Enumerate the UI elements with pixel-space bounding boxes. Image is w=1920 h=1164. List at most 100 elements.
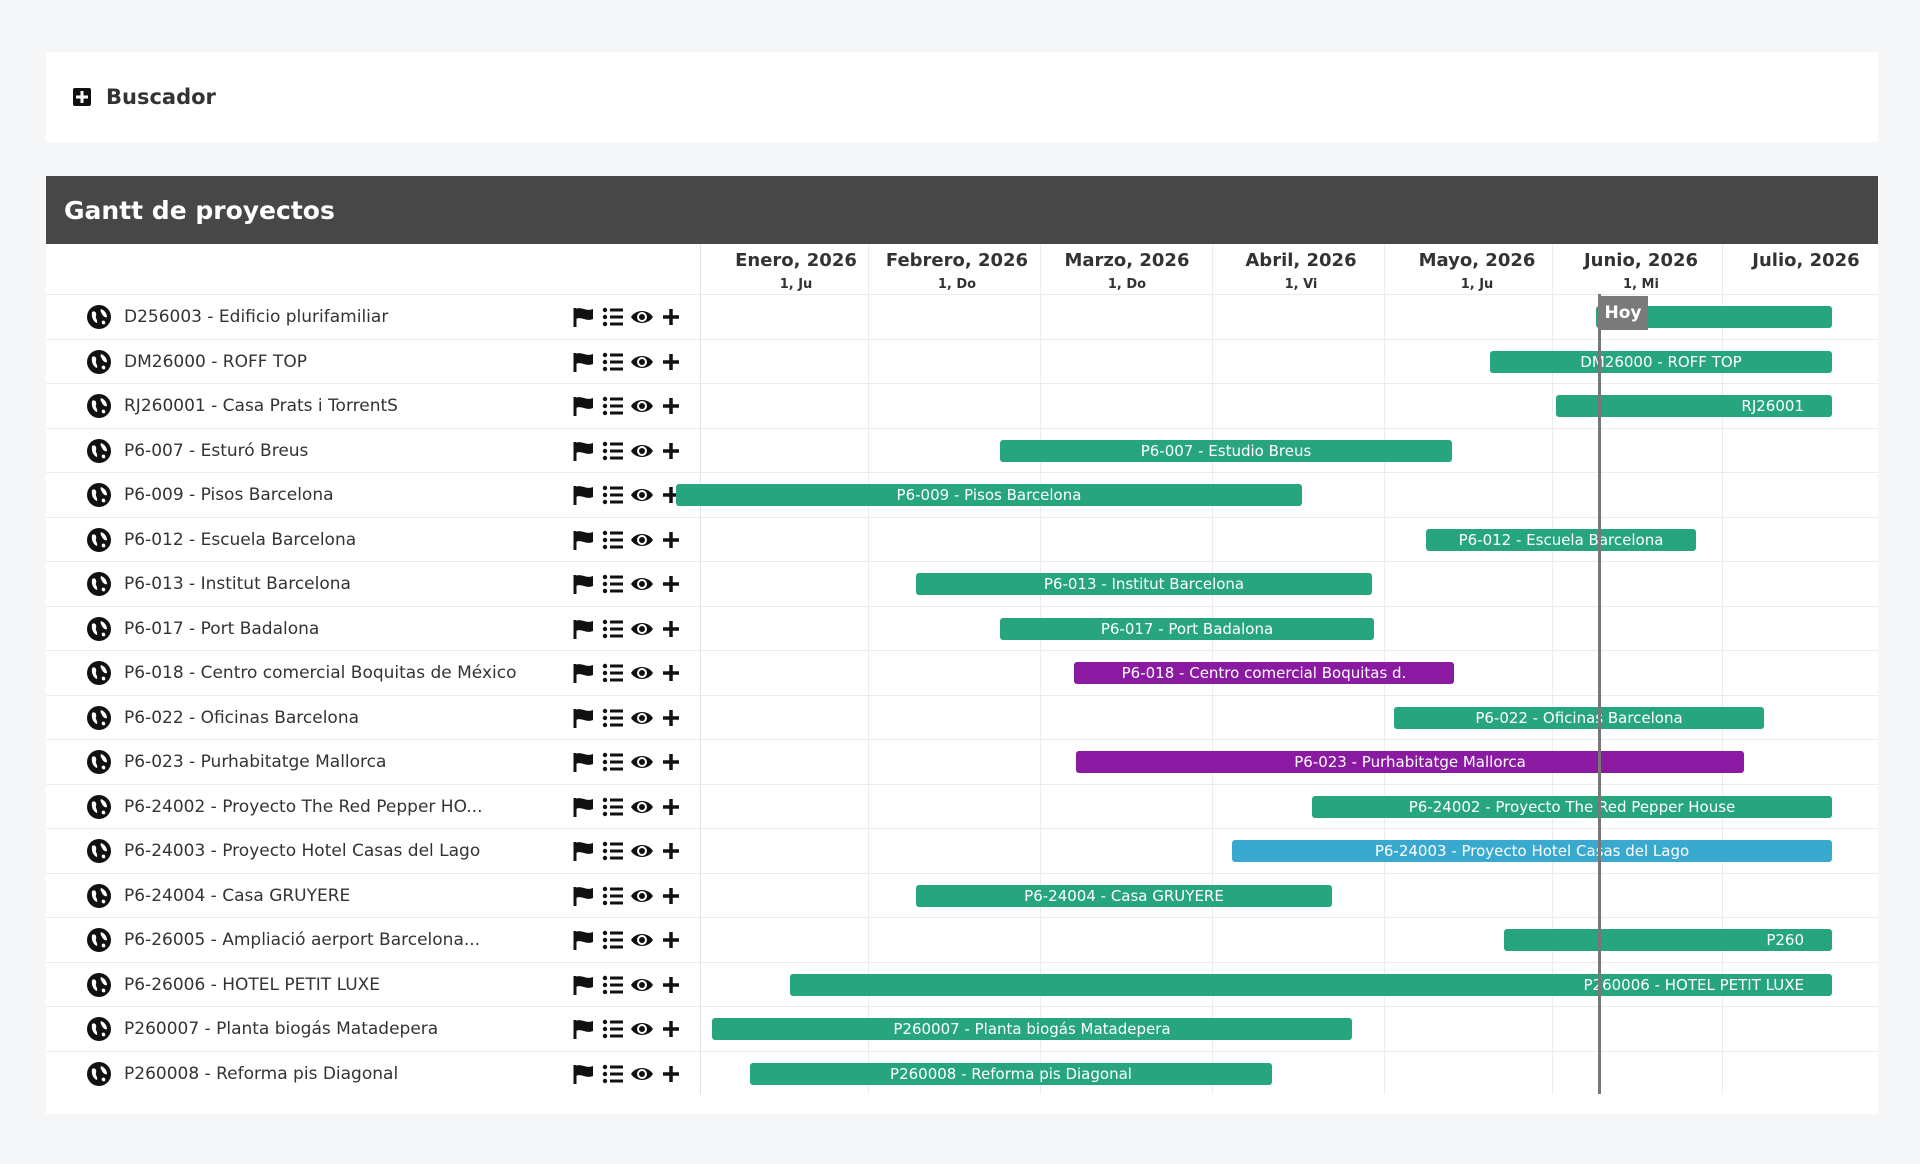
plus-icon[interactable] [659,885,683,907]
gantt-bar[interactable]: P6-009 - Pisos Barcelona [676,484,1302,506]
eye-icon[interactable] [630,751,654,773]
project-label[interactable]: DM26000 - ROFF TOP [86,340,307,384]
table-row[interactable]: P6-24004 - Casa GRUYERE P6-24004 - Casa G… [46,872,1878,918]
plus-icon[interactable] [659,840,683,862]
eye-icon[interactable] [630,796,654,818]
project-label[interactable]: P6-24003 - Proyecto Hotel Casas del Lago [86,829,480,873]
eye-icon[interactable] [630,662,654,684]
plus-icon[interactable] [659,1018,683,1040]
project-label[interactable]: P6-012 - Escuela Barcelona [86,518,356,562]
flag-icon[interactable] [572,929,596,951]
project-label[interactable]: P6-023 - Purhabitatge Mallorca [86,740,386,784]
project-label[interactable]: P6-009 - Pisos Barcelona [86,473,334,517]
eye-icon[interactable] [630,306,654,328]
plus-icon[interactable] [659,440,683,462]
eye-icon[interactable] [630,573,654,595]
plus-icon[interactable] [659,529,683,551]
flag-icon[interactable] [572,707,596,729]
flag-icon[interactable] [572,796,596,818]
plus-icon[interactable] [659,707,683,729]
gantt-bar[interactable]: P6-24004 - Casa GRUYERE [916,884,1332,907]
table-row[interactable]: P6-023 - Purhabitatge Mallorca P6-023 - P… [46,739,1878,784]
plus-icon[interactable] [659,929,683,951]
plus-icon[interactable] [659,974,683,996]
table-row[interactable]: P6-24003 - Proyecto Hotel Casas del Lago… [46,828,1878,873]
project-label[interactable]: P6-018 - Centro comercial Boquitas de Mé… [86,651,517,695]
list-icon[interactable] [601,974,625,996]
project-label[interactable]: P6-007 - Esturó Breus [86,429,308,473]
plus-icon[interactable] [659,395,683,417]
flag-icon[interactable] [572,1063,596,1085]
gantt-bar[interactable]: DM26000 - ROFF TOP [1490,350,1832,373]
gantt-bar[interactable]: P6-012 - Escuela Barcelona [1426,528,1696,551]
list-icon[interactable] [601,662,625,684]
flag-icon[interactable] [572,529,596,551]
search-panel[interactable]: Buscador [46,52,1878,142]
expand-square-icon[interactable] [72,87,92,107]
table-row[interactable]: P6-013 - Institut Barcelona P6-013 - Inst… [46,561,1878,606]
list-icon[interactable] [601,306,625,328]
flag-icon[interactable] [572,618,596,640]
list-icon[interactable] [601,484,625,506]
plus-icon[interactable] [659,618,683,640]
eye-icon[interactable] [630,351,654,373]
flag-icon[interactable] [572,484,596,506]
list-icon[interactable] [601,840,625,862]
table-row[interactable]: P6-007 - Esturó Breus P6-007 - Estudio Br… [46,427,1878,473]
gantt-bar[interactable]: P260007 - Planta biogás Matadepera [712,1018,1352,1040]
eye-icon[interactable] [630,929,654,951]
plus-icon[interactable] [659,662,683,684]
flag-icon[interactable] [572,306,596,328]
gantt-bar[interactable]: P6-24003 - Proyecto Hotel Casas del Lago [1232,840,1832,862]
gantt-bar[interactable]: P260006 - HOTEL PETIT LUXE [790,973,1832,996]
eye-icon[interactable] [630,840,654,862]
table-row[interactable]: P6-24002 - Proyecto The Red Pepper HO...… [46,783,1878,829]
project-label[interactable]: RJ260001 - Casa Prats i TorrentS [86,384,398,428]
project-label[interactable]: P260008 - Reforma pis Diagonal [86,1052,398,1096]
flag-icon[interactable] [572,840,596,862]
gantt-bar[interactable]: P6-018 - Centro comercial Boquitas d. [1074,662,1454,684]
table-row[interactable]: P6-017 - Port Badalona P6-017 - Port Bada… [46,605,1878,651]
project-label[interactable]: P6-24002 - Proyecto The Red Pepper HO... [86,785,482,829]
list-icon[interactable] [601,1018,625,1040]
list-icon[interactable] [601,618,625,640]
plus-icon[interactable] [659,751,683,773]
plus-icon[interactable] [659,306,683,328]
project-label[interactable]: P6-013 - Institut Barcelona [86,562,351,606]
list-icon[interactable] [601,440,625,462]
table-row[interactable]: RJ260001 - Casa Prats i TorrentS RJ26001 [46,383,1878,428]
table-row[interactable]: P6-022 - Oficinas Barcelona P6-022 - Ofic… [46,694,1878,740]
project-label[interactable]: P260007 - Planta biogás Matadepera [86,1007,438,1051]
eye-icon[interactable] [630,885,654,907]
table-row[interactable]: P6-26006 - HOTEL PETIT LUXE P260006 - HOT… [46,961,1878,1007]
list-icon[interactable] [601,395,625,417]
flag-icon[interactable] [572,351,596,373]
project-label[interactable]: P6-24004 - Casa GRUYERE [86,874,350,918]
table-row[interactable]: P6-018 - Centro comercial Boquitas de Mé… [46,650,1878,695]
gantt-bar[interactable]: P6-022 - Oficinas Barcelona [1394,706,1764,729]
eye-icon[interactable] [630,1063,654,1085]
table-row[interactable]: P6-009 - Pisos Barcelona P6-009 - Pisos B… [46,472,1878,517]
list-icon[interactable] [601,929,625,951]
project-label[interactable]: P6-26005 - Ampliació aerport Barcelona..… [86,918,480,962]
table-row[interactable]: P6-012 - Escuela Barcelona P6-012 - Escue… [46,516,1878,562]
list-icon[interactable] [601,573,625,595]
flag-icon[interactable] [572,751,596,773]
project-label[interactable]: D256003 - Edificio plurifamiliar [86,295,388,339]
eye-icon[interactable] [630,529,654,551]
gantt-bar[interactable]: P260 [1504,929,1832,951]
flag-icon[interactable] [572,662,596,684]
flag-icon[interactable] [572,1018,596,1040]
eye-icon[interactable] [630,484,654,506]
eye-icon[interactable] [630,707,654,729]
flag-icon[interactable] [572,885,596,907]
plus-icon[interactable] [659,796,683,818]
eye-icon[interactable] [630,974,654,996]
eye-icon[interactable] [630,440,654,462]
project-label[interactable]: P6-26006 - HOTEL PETIT LUXE [86,963,380,1007]
plus-icon[interactable] [659,351,683,373]
project-label[interactable]: P6-017 - Port Badalona [86,607,319,651]
gantt-bar[interactable]: P6-007 - Estudio Breus [1000,439,1452,462]
plus-icon[interactable] [659,573,683,595]
list-icon[interactable] [601,751,625,773]
